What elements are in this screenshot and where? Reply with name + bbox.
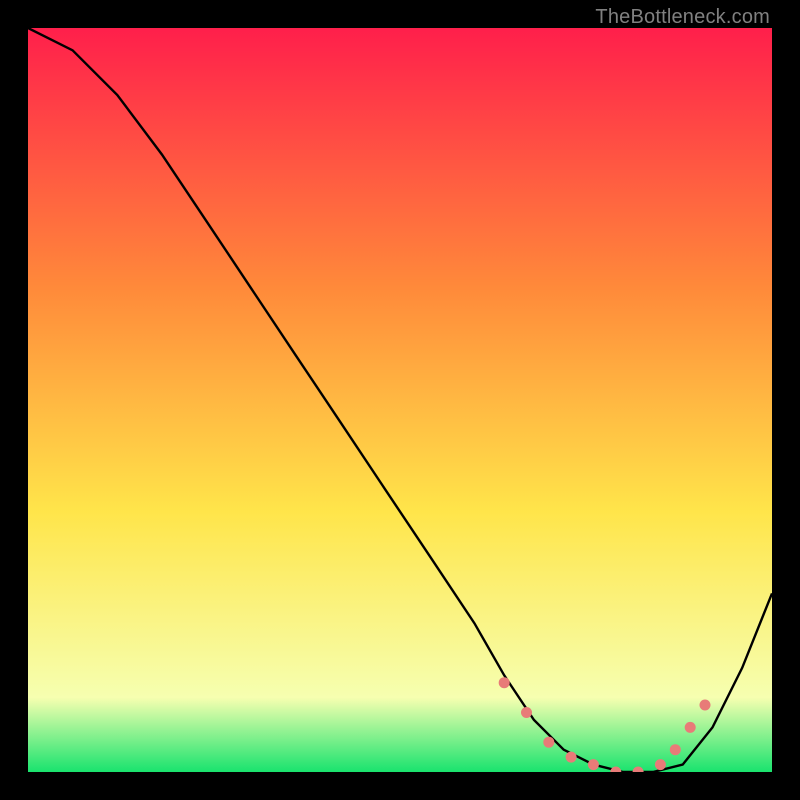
marker-point xyxy=(670,744,681,755)
chart-svg xyxy=(28,28,772,772)
marker-point xyxy=(499,677,510,688)
marker-point xyxy=(588,759,599,770)
marker-point xyxy=(521,707,532,718)
marker-point xyxy=(685,722,696,733)
attribution-text: TheBottleneck.com xyxy=(595,6,770,29)
gradient-background xyxy=(28,28,772,772)
marker-point xyxy=(543,737,554,748)
plot-area xyxy=(28,28,772,772)
marker-point xyxy=(655,759,666,770)
chart-frame: TheBottleneck.com xyxy=(0,0,800,800)
marker-point xyxy=(566,752,577,763)
marker-point xyxy=(700,700,711,711)
